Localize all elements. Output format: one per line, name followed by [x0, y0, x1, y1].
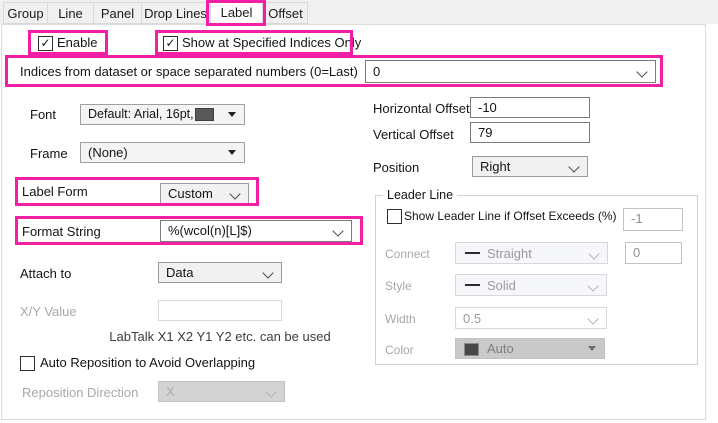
color-dropdown: Auto [455, 338, 605, 359]
xy-value-label: X/Y Value [20, 304, 77, 319]
tab-drop-lines[interactable]: Drop Lines [141, 2, 210, 24]
auto-reposition-checkbox[interactable] [20, 356, 35, 371]
plot-details-label-dialog: Group Line Panel Drop Lines Label Offset… [0, 0, 718, 423]
label-form-value: Custom [168, 186, 213, 201]
tab-line[interactable]: Line [47, 2, 94, 24]
connect-dropdown: Straight [455, 242, 608, 264]
auto-reposition-label: Auto Reposition to Avoid Overlapping [40, 355, 255, 370]
format-string-value: %(wcol(n)[L]$) [168, 223, 252, 238]
enable-label: Enable [57, 35, 97, 50]
font-value: Default: Arial, 16pt, [88, 107, 194, 121]
frame-label: Frame [30, 146, 68, 161]
chevron-down-icon [636, 66, 647, 77]
leader-threshold-value: -1 [631, 211, 643, 226]
show-leader-line-label: Show Leader Line if Offset Exceeds (%) [404, 209, 617, 223]
style-dropdown: Solid [455, 274, 607, 296]
frame-dropdown[interactable]: (None) [80, 142, 245, 163]
connect-extra-field: 0 [625, 242, 682, 264]
leader-threshold-field: -1 [623, 208, 683, 231]
xy-value-field [158, 300, 282, 321]
chevron-down-icon [262, 267, 273, 278]
chevron-down-icon [568, 161, 579, 172]
color-swatch [464, 343, 479, 356]
style-value: Solid [487, 278, 516, 293]
reposition-direction-dropdown: X [158, 381, 285, 402]
chevron-down-icon [265, 386, 276, 397]
leader-line-title: Leader Line [383, 188, 457, 202]
chevron-down-icon [587, 280, 598, 291]
show-indices-checkmark-icon: ✓ [165, 36, 175, 50]
horizontal-offset-field[interactable]: -10 [470, 97, 590, 118]
width-label: Width [385, 312, 416, 326]
indices-label: Indices from dataset or space separated … [20, 64, 358, 79]
color-label: Color [385, 343, 414, 357]
dropdown-arrow-icon [228, 112, 236, 117]
tab-label[interactable]: Label [210, 0, 263, 26]
show-indices-checkbox[interactable]: ✓ [163, 36, 178, 51]
attach-to-label: Attach to [20, 266, 71, 281]
straight-line-icon [465, 252, 480, 254]
format-string-combobox[interactable]: %(wcol(n)[L]$) [160, 220, 352, 242]
connect-extra-value: 0 [633, 245, 640, 260]
font-color-swatch [195, 108, 214, 121]
label-form-label: Label Form [22, 184, 88, 199]
dropdown-arrow-icon [588, 346, 596, 351]
tab-offset[interactable]: Offset [263, 2, 308, 24]
attach-to-dropdown[interactable]: Data [158, 262, 282, 283]
vertical-offset-field[interactable]: 79 [470, 122, 590, 143]
tab-panel[interactable]: Panel [93, 2, 142, 24]
dropdown-arrow-icon [228, 150, 236, 155]
horizontal-offset-value: -10 [478, 100, 497, 115]
chevron-down-icon [332, 225, 343, 236]
position-label: Position [373, 160, 419, 175]
horizontal-offset-label: Horizontal Offset [373, 101, 470, 116]
format-string-label: Format String [22, 224, 101, 239]
labtalk-note: LabTalk X1 X2 Y1 Y2 etc. can be used [93, 329, 347, 344]
chevron-down-icon [587, 313, 598, 324]
tab-bar: Group Line Panel Drop Lines Label Offset [0, 0, 718, 24]
font-dropdown[interactable]: Default: Arial, 16pt, [80, 104, 245, 125]
style-label: Style [385, 279, 412, 293]
color-value: Auto [487, 341, 514, 356]
enable-checkbox[interactable]: ✓ [38, 36, 53, 51]
width-value: 0.5 [463, 311, 481, 326]
frame-value: (None) [88, 145, 128, 160]
position-dropdown[interactable]: Right [472, 156, 588, 177]
reposition-direction-value: X [166, 384, 175, 399]
label-form-dropdown[interactable]: Custom [160, 183, 249, 204]
tab-group[interactable]: Group [3, 2, 48, 24]
width-combobox: 0.5 [455, 307, 607, 329]
position-value: Right [480, 159, 510, 174]
show-indices-label: Show at Specified Indices Only [182, 35, 361, 50]
indices-combobox[interactable]: 0 [365, 60, 656, 83]
chevron-down-icon [588, 248, 599, 259]
indices-value: 0 [373, 64, 380, 79]
font-label: Font [30, 107, 56, 122]
reposition-direction-label: Reposition Direction [22, 385, 138, 400]
attach-to-value: Data [166, 265, 193, 280]
vertical-offset-label: Vertical Offset [373, 127, 454, 142]
chevron-down-icon [229, 188, 240, 199]
vertical-offset-value: 79 [478, 125, 492, 140]
connect-label: Connect [385, 247, 430, 261]
solid-line-icon [465, 284, 480, 286]
connect-value: Straight [487, 246, 532, 261]
enable-checkmark-icon: ✓ [40, 36, 50, 50]
show-leader-line-checkbox[interactable] [387, 209, 402, 224]
